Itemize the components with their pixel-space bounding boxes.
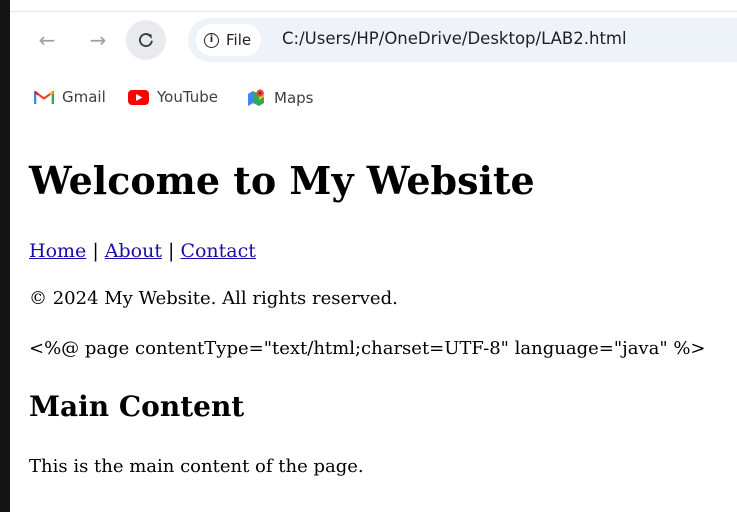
bookmarks-bar: Gmail YouTube Maps bbox=[10, 72, 737, 120]
back-button[interactable]: ← bbox=[32, 25, 62, 55]
copyright-text: © 2024 My Website. All rights reserved. bbox=[29, 288, 398, 309]
section-heading: Main Content bbox=[29, 390, 245, 423]
arrow-right-icon: → bbox=[89, 28, 107, 52]
site-info-label: File bbox=[226, 31, 252, 49]
maps-icon bbox=[248, 89, 264, 106]
bookmark-youtube[interactable]: YouTube bbox=[128, 88, 218, 106]
site-nav: Home | About | Contact bbox=[29, 240, 256, 262]
address-bar[interactable]: i File C:/Users/HP/OneDrive/Desktop/LAB2… bbox=[188, 18, 737, 62]
bookmark-maps[interactable]: Maps bbox=[246, 88, 313, 108]
arrow-left-icon: ← bbox=[38, 28, 56, 52]
nav-separator: | bbox=[86, 240, 105, 262]
site-info-chip[interactable]: i File bbox=[196, 24, 262, 56]
bookmark-gmail-label: Gmail bbox=[62, 88, 106, 106]
info-icon: i bbox=[204, 32, 219, 48]
nav-link-home[interactable]: Home bbox=[29, 240, 86, 262]
nav-link-about[interactable]: About bbox=[105, 240, 162, 262]
forward-button[interactable]: → bbox=[83, 25, 113, 55]
window-left-edge bbox=[0, 0, 10, 512]
bookmark-gmail[interactable]: Gmail bbox=[34, 88, 106, 106]
bookmark-maps-label: Maps bbox=[274, 89, 314, 107]
main-content-text: This is the main content of the page. bbox=[29, 456, 364, 477]
page-title: Welcome to My Website bbox=[29, 158, 535, 203]
tab-strip-edge bbox=[10, 0, 737, 12]
url-text[interactable]: C:/Users/HP/OneDrive/Desktop/LAB2.html bbox=[282, 29, 627, 48]
browser-toolbar: ← → i File C:/Users/HP/OneDrive/Desktop/… bbox=[10, 12, 737, 70]
youtube-icon bbox=[128, 89, 149, 105]
bookmark-youtube-label: YouTube bbox=[157, 88, 218, 106]
nav-link-contact[interactable]: Contact bbox=[180, 240, 255, 262]
nav-separator: | bbox=[161, 240, 181, 262]
gmail-icon bbox=[34, 90, 54, 104]
reload-icon bbox=[138, 33, 153, 48]
reload-button[interactable] bbox=[126, 20, 166, 60]
jsp-directive-text: <%@ page contentType="text/html;charset=… bbox=[29, 338, 706, 359]
